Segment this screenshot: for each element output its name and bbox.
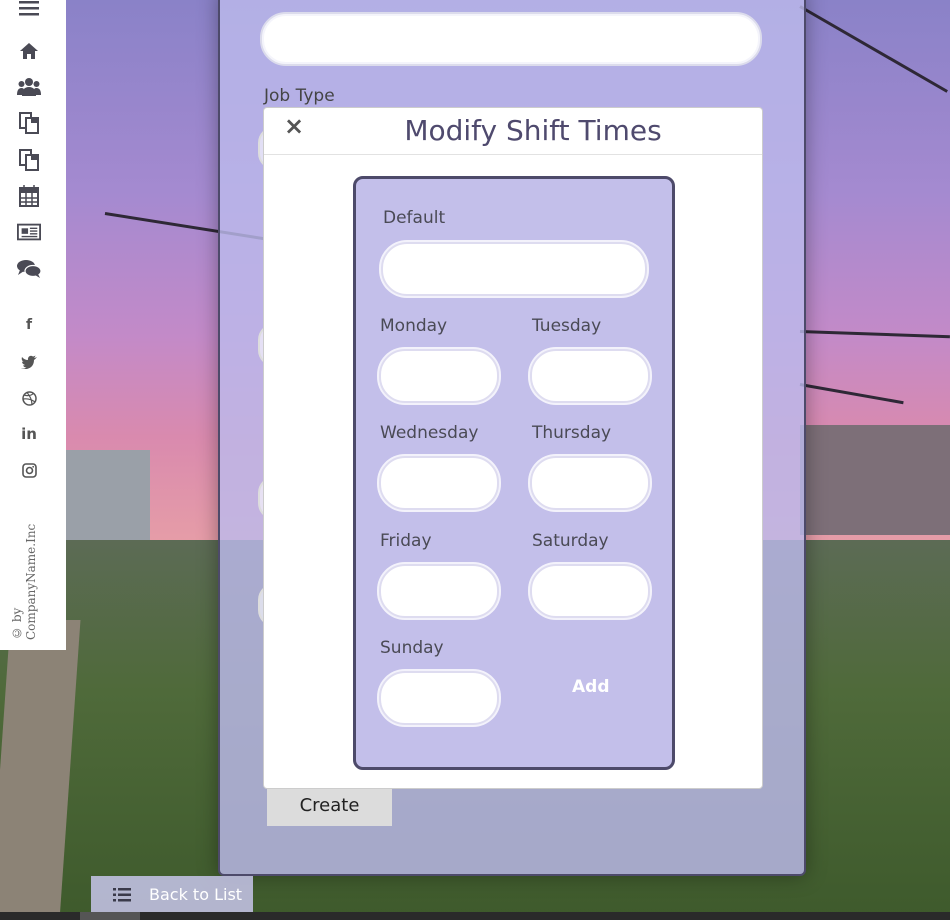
users-icon[interactable] bbox=[17, 75, 41, 99]
hamburger-menu-icon[interactable] bbox=[17, 0, 41, 20]
saturday-shift-input[interactable] bbox=[530, 564, 650, 618]
friday-label: Friday bbox=[380, 531, 432, 551]
sunday-label: Sunday bbox=[380, 638, 444, 658]
monday-shift-input[interactable] bbox=[379, 349, 499, 403]
thursday-shift-input[interactable] bbox=[530, 456, 650, 510]
copy-icon[interactable] bbox=[17, 148, 41, 172]
monday-label: Monday bbox=[380, 316, 448, 336]
horizontal-scrollbar[interactable] bbox=[0, 912, 950, 920]
instagram-icon[interactable] bbox=[17, 458, 41, 482]
add-shift-button[interactable]: Add bbox=[572, 677, 610, 697]
copyright-text: © by CompanyName.Inc bbox=[10, 523, 38, 640]
sunday-shift-input[interactable] bbox=[379, 671, 499, 725]
dribbble-icon[interactable] bbox=[17, 386, 41, 410]
scrollbar-thumb[interactable] bbox=[80, 912, 140, 920]
modal-title: Modify Shift Times bbox=[404, 114, 662, 147]
sidebar: f in © by CompanyName.Inc bbox=[0, 0, 66, 650]
tuesday-label: Tuesday bbox=[532, 316, 602, 336]
form-text-input[interactable] bbox=[260, 12, 762, 66]
saturday-label: Saturday bbox=[532, 531, 609, 551]
home-icon[interactable] bbox=[17, 39, 41, 63]
background-building bbox=[800, 425, 950, 535]
tuesday-shift-input[interactable] bbox=[530, 349, 650, 403]
create-button[interactable]: Create bbox=[267, 784, 392, 826]
modify-shift-times-modal: × Modify Shift Times Default Monday Tues… bbox=[263, 107, 763, 789]
facebook-icon[interactable]: f bbox=[17, 313, 41, 337]
back-to-list-button[interactable]: Back to List bbox=[91, 876, 253, 912]
wednesday-shift-input[interactable] bbox=[379, 456, 499, 510]
modal-header: × Modify Shift Times bbox=[264, 108, 762, 155]
documents-icon[interactable] bbox=[17, 111, 41, 135]
friday-shift-input[interactable] bbox=[379, 564, 499, 618]
job-type-label: Job Type bbox=[264, 86, 335, 106]
wednesday-label: Wednesday bbox=[380, 423, 479, 443]
thursday-label: Thursday bbox=[532, 423, 612, 443]
calendar-icon[interactable] bbox=[17, 184, 41, 208]
back-to-list-label: Back to List bbox=[149, 884, 243, 904]
default-label: Default bbox=[383, 208, 446, 228]
linkedin-icon[interactable]: in bbox=[17, 422, 41, 446]
newspaper-icon[interactable] bbox=[17, 220, 41, 244]
default-shift-input[interactable] bbox=[381, 242, 647, 296]
shift-times-card: Default Monday Tuesday Wednesday Thursda… bbox=[353, 176, 675, 770]
twitter-icon[interactable] bbox=[17, 350, 41, 374]
list-icon bbox=[113, 887, 131, 902]
chat-icon[interactable] bbox=[17, 257, 41, 281]
